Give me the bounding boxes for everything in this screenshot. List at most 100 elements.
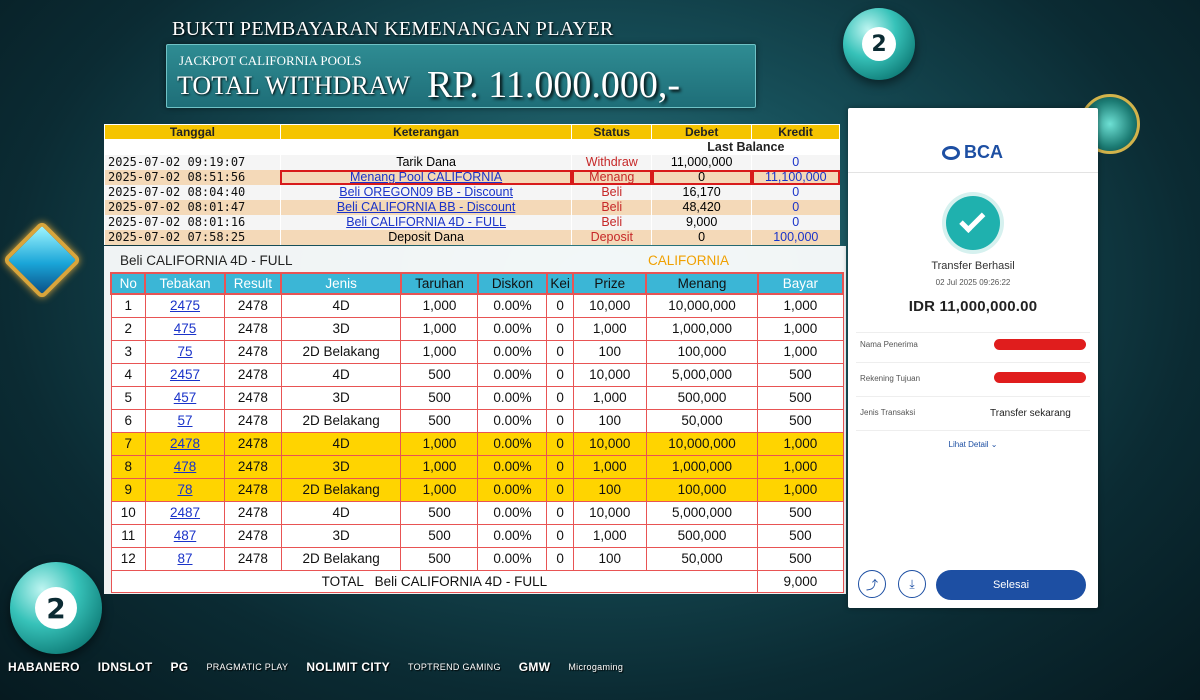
row-desc[interactable]: Beli OREGON09 BB - Discount xyxy=(279,184,572,200)
row-status: Menang xyxy=(571,169,652,185)
cell-prize: 10,000 xyxy=(572,362,647,387)
cell-menang: 10,000,000 xyxy=(645,431,759,456)
row-desc[interactable]: Beli CALIFORNIA BB - Discount xyxy=(279,199,572,215)
cell-diskon: 0.00% xyxy=(477,293,548,318)
cell-taruhan: 1,000 xyxy=(400,477,479,502)
total-value: 9,000 xyxy=(757,569,844,593)
col-taruhan: Taruhan xyxy=(399,272,479,295)
done-button[interactable]: Selesai xyxy=(936,570,1086,600)
cell-no: 1 xyxy=(110,293,146,318)
divider xyxy=(856,430,1090,431)
cell-kei: 0 xyxy=(546,546,574,571)
bca-logo: BCA xyxy=(942,142,1003,163)
cell-result: 2478 xyxy=(224,385,282,410)
row-desc[interactable]: Beli CALIFORNIA 4D - FULL xyxy=(279,214,572,230)
cell-no: 7 xyxy=(110,431,146,456)
cell-jenis: 2D Belakang xyxy=(280,477,402,502)
provider-logo: GMW xyxy=(518,660,551,674)
guess-link[interactable]: 2475 xyxy=(170,298,200,313)
provider-logo: NOLIMIT CITY xyxy=(306,660,390,674)
statement-link[interactable]: Beli CALIFORNIA 4D - FULL xyxy=(346,215,506,229)
guess-link[interactable]: 2487 xyxy=(170,505,200,520)
cell-jenis: 2D Belakang xyxy=(280,408,402,433)
cell-kei: 0 xyxy=(546,316,574,341)
cell-menang: 500,000 xyxy=(645,385,759,410)
cell-diskon: 0.00% xyxy=(477,431,548,456)
cell-tebakan: 475 xyxy=(144,316,226,341)
cell-bayar: 500 xyxy=(757,523,844,548)
row-debet: 9,000 xyxy=(651,214,752,230)
guess-link[interactable]: 478 xyxy=(174,459,197,474)
guess-link[interactable]: 2478 xyxy=(170,436,200,451)
table-row: 1 2475 2478 4D 1,000 0.00% 0 10,000 10,000,000 1,… xyxy=(110,293,844,318)
cell-diskon: 0.00% xyxy=(477,477,548,502)
cell-taruhan: 500 xyxy=(400,523,479,548)
row-desc: Deposit Dana xyxy=(279,229,572,245)
cell-prize: 10,000 xyxy=(572,431,647,456)
divider xyxy=(856,362,1090,363)
table-row: 5 457 2478 3D 500 0.00% 0 1,000 500,000 500 xyxy=(110,385,844,410)
row-kredit: 0 xyxy=(751,199,840,215)
download-button[interactable]: ⤓ xyxy=(898,570,926,598)
cell-diskon: 0.00% xyxy=(477,362,548,387)
total-label: TOTAL Beli CALIFORNIA 4D - FULL xyxy=(110,569,759,593)
cell-kei: 0 xyxy=(546,362,574,387)
cell-taruhan: 500 xyxy=(400,385,479,410)
statement-link[interactable]: Beli OREGON09 BB - Discount xyxy=(339,185,513,199)
field-label: Jenis Transaksi xyxy=(860,408,916,417)
view-detail-link[interactable]: Lihat Detail ⌄ xyxy=(848,440,1098,449)
statement-link[interactable]: Menang Pool CALIFORNIA xyxy=(350,170,502,184)
cell-jenis: 2D Belakang xyxy=(280,546,402,571)
cell-jenis: 4D xyxy=(280,431,402,456)
divider xyxy=(856,396,1090,397)
row-status: Beli xyxy=(571,184,652,200)
share-button[interactable]: ⤴ xyxy=(858,570,886,598)
row-status: Deposit xyxy=(571,229,652,245)
row-desc[interactable]: Menang Pool CALIFORNIA xyxy=(279,169,572,185)
row-debet: 0 xyxy=(651,229,752,245)
col-tanggal: Tanggal xyxy=(104,124,281,140)
row-status: Beli xyxy=(571,199,652,215)
view-detail-label[interactable]: Lihat Detail xyxy=(949,440,989,449)
table-row: 11 487 2478 3D 500 0.00% 0 1,000 500,000 500 xyxy=(110,523,844,548)
cell-bayar: 500 xyxy=(757,362,844,387)
field-label: Nama Penerima xyxy=(860,340,918,349)
cell-prize: 100 xyxy=(572,408,647,433)
cell-no: 12 xyxy=(110,546,146,571)
statement-link[interactable]: Beli CALIFORNIA BB - Discount xyxy=(337,200,516,214)
col-kei: Kei xyxy=(545,272,575,295)
col-debet: Debet xyxy=(651,124,753,140)
cell-no: 11 xyxy=(110,523,146,548)
field-value: Transfer sekarang xyxy=(990,408,1071,419)
cell-prize: 1,000 xyxy=(572,316,647,341)
cell-bayar: 1,000 xyxy=(757,431,844,456)
row-kredit: 100,000 xyxy=(751,229,840,245)
cell-kei: 0 xyxy=(546,408,574,433)
col-bayar: Bayar xyxy=(756,272,845,295)
col-no: No xyxy=(109,272,147,295)
cell-no: 10 xyxy=(110,500,146,525)
cell-no: 8 xyxy=(110,454,146,479)
guess-link[interactable]: 487 xyxy=(174,528,197,543)
guess-link[interactable]: 457 xyxy=(174,390,197,405)
cell-prize: 100 xyxy=(572,339,647,364)
row-kredit: 0 xyxy=(751,214,840,230)
guess-link[interactable]: 2457 xyxy=(170,367,200,382)
guess-link[interactable]: 57 xyxy=(177,413,192,428)
cell-menang: 1,000,000 xyxy=(645,316,759,341)
row-debet: 0 xyxy=(651,169,752,185)
cell-taruhan: 500 xyxy=(400,408,479,433)
guess-link[interactable]: 87 xyxy=(177,551,192,566)
guess-link[interactable]: 78 xyxy=(177,482,192,497)
cell-taruhan: 1,000 xyxy=(400,454,479,479)
row-desc: Tarik Dana xyxy=(279,154,572,170)
cell-result: 2478 xyxy=(224,477,282,502)
cell-menang: 5,000,000 xyxy=(645,500,759,525)
row-kredit: 0 xyxy=(751,154,840,170)
provider-logo: PG xyxy=(170,660,189,674)
guess-link[interactable]: 475 xyxy=(174,321,197,336)
cell-menang: 50,000 xyxy=(645,408,759,433)
cell-taruhan: 1,000 xyxy=(400,339,479,364)
guess-link[interactable]: 75 xyxy=(177,344,192,359)
cell-result: 2478 xyxy=(224,546,282,571)
